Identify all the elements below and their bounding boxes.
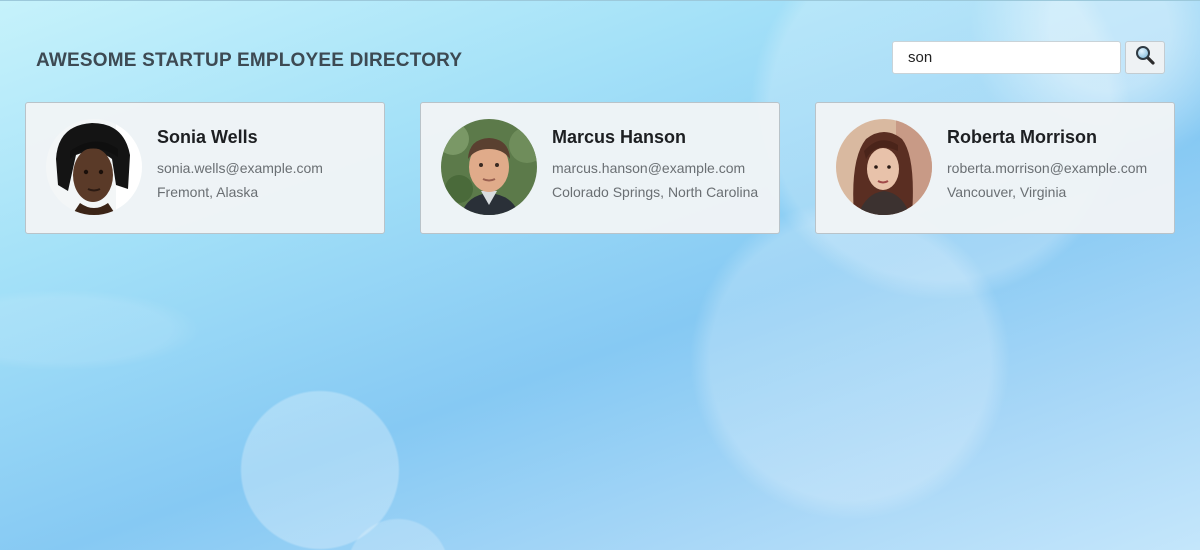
employee-email: roberta.morrison@example.com [947, 159, 1148, 176]
page-title: AWESOME STARTUP EMPLOYEE DIRECTORY [36, 50, 463, 71]
search-icon [1135, 45, 1155, 70]
employee-name: Sonia Wells [157, 126, 258, 147]
employee-location: Colorado Springs, North Carolina [552, 183, 759, 200]
employee-card[interactable]: Roberta Morrison roberta.morrison@exampl… [815, 102, 1175, 234]
search-input[interactable] [892, 41, 1121, 74]
employee-avatar [836, 119, 932, 215]
employee-info: Marcus Hanson marcus.hanson@example.com … [552, 127, 758, 204]
employee-location: Vancouver, Virginia [947, 183, 1067, 200]
employee-avatar [46, 119, 142, 215]
employee-location: Fremont, Alaska [157, 183, 259, 200]
employee-email: sonia.wells@example.com [157, 159, 323, 176]
employee-info: Sonia Wells sonia.wells@example.com Frem… [157, 127, 323, 204]
employee-info: Roberta Morrison roberta.morrison@exampl… [947, 127, 1147, 204]
employee-card[interactable]: Sonia Wells sonia.wells@example.com Frem… [25, 102, 385, 234]
employee-gallery: Sonia Wells sonia.wells@example.com Frem… [25, 102, 1175, 234]
employee-name: Roberta Morrison [947, 126, 1098, 147]
employee-name: Marcus Hanson [552, 126, 687, 147]
search-button[interactable] [1125, 41, 1165, 74]
search-bar [892, 41, 1165, 74]
employee-email: marcus.hanson@example.com [552, 159, 746, 176]
employee-card[interactable]: Marcus Hanson marcus.hanson@example.com … [420, 102, 780, 234]
employee-avatar [441, 119, 537, 215]
